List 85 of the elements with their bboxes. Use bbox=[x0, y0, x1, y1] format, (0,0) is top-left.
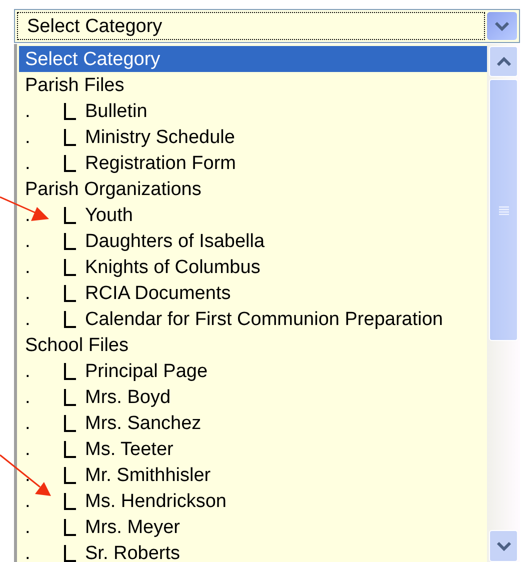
indent-dot: . bbox=[25, 232, 32, 250]
indent-dot: . bbox=[25, 362, 32, 380]
tree-branch-icon bbox=[64, 414, 76, 432]
list-option[interactable]: . Mrs. Sanchez bbox=[19, 410, 487, 436]
option-label: Knights of Columbus bbox=[85, 258, 260, 276]
option-label: Ms. Teeter bbox=[85, 440, 174, 458]
option-label: Select Category bbox=[25, 50, 160, 68]
chevron-up-icon bbox=[496, 56, 512, 66]
indent-dot: . bbox=[25, 388, 32, 406]
option-label: Mrs. Meyer bbox=[85, 518, 180, 536]
chevron-down-icon bbox=[494, 21, 510, 31]
tree-branch-icon bbox=[64, 102, 76, 120]
pointer-arrow bbox=[0, 453, 52, 498]
chevron-down-icon bbox=[496, 541, 512, 551]
indent-dot: . bbox=[25, 310, 32, 328]
tree-branch-icon bbox=[64, 440, 76, 458]
tree-branch-icon bbox=[64, 466, 76, 484]
pointer-arrow bbox=[0, 195, 50, 223]
tree-branch-icon bbox=[64, 518, 76, 536]
tree-branch-icon bbox=[64, 284, 76, 302]
indent-dot: . bbox=[25, 102, 32, 120]
indent-dot: . bbox=[25, 518, 32, 536]
list-option[interactable]: . Mrs. Boyd bbox=[19, 384, 487, 410]
list-option[interactable]: . Youth bbox=[19, 202, 487, 228]
indent-dot: . bbox=[25, 258, 32, 276]
tree-branch-icon bbox=[64, 388, 76, 406]
list-option[interactable]: . RCIA Documents bbox=[19, 280, 487, 306]
option-label: Mrs. Sanchez bbox=[85, 414, 202, 432]
list-option[interactable]: . Daughters of Isabella bbox=[19, 228, 487, 254]
tree-branch-icon bbox=[64, 310, 76, 328]
scroll-up-button[interactable] bbox=[489, 46, 518, 77]
tree-branch-icon bbox=[64, 154, 76, 172]
tree-branch-icon bbox=[64, 492, 76, 510]
option-label: Registration Form bbox=[85, 154, 236, 172]
tree-branch-icon bbox=[64, 128, 76, 146]
list-option[interactable]: Parish Files bbox=[19, 72, 487, 98]
option-label: Principal Page bbox=[85, 362, 208, 380]
option-label: Daughters of Isabella bbox=[85, 232, 265, 250]
option-label: Youth bbox=[85, 206, 133, 224]
option-label: Parish Files bbox=[25, 76, 124, 94]
option-label: Calendar for First Communion Preparation bbox=[85, 310, 443, 328]
indent-dot: . bbox=[25, 206, 32, 224]
option-label: School Files bbox=[25, 336, 128, 354]
list-option[interactable]: School Files bbox=[19, 332, 487, 358]
list-option[interactable]: . Bulletin bbox=[19, 98, 487, 124]
option-label: RCIA Documents bbox=[85, 284, 231, 302]
list-option[interactable]: Parish Organizations bbox=[19, 176, 487, 202]
select-value: Select Category bbox=[27, 16, 162, 36]
scroll-thumb[interactable] bbox=[489, 79, 518, 341]
tree-branch-icon bbox=[64, 544, 76, 562]
list-option[interactable]: Select Category bbox=[19, 46, 487, 72]
indent-dot: . bbox=[25, 440, 32, 458]
tree-branch-icon bbox=[64, 232, 76, 250]
indent-dot: . bbox=[25, 466, 32, 484]
list-option[interactable]: . Principal Page bbox=[19, 358, 487, 384]
option-label: Ms. Hendrickson bbox=[85, 492, 226, 510]
list-option[interactable]: . Ms. Teeter bbox=[19, 436, 487, 462]
list-option[interactable]: . Ms. Hendrickson bbox=[19, 488, 487, 514]
indent-dot: . bbox=[25, 492, 32, 510]
scrollbar[interactable] bbox=[487, 44, 520, 562]
option-label: Bulletin bbox=[85, 102, 148, 120]
list-option[interactable]: . Calendar for First Communion Preparation bbox=[19, 306, 487, 332]
tree-branch-icon bbox=[64, 362, 76, 380]
option-label: Mr. Smithhisler bbox=[85, 466, 211, 484]
indent-dot: . bbox=[25, 128, 32, 146]
option-label: Parish Organizations bbox=[25, 180, 202, 198]
indent-dot: . bbox=[25, 284, 32, 302]
list-option[interactable]: . Mrs. Meyer bbox=[19, 514, 487, 540]
option-label: Ministry Schedule bbox=[85, 128, 235, 146]
indent-dot: . bbox=[25, 154, 32, 172]
list-option[interactable]: . Mr. Smithhisler bbox=[19, 462, 487, 488]
grip-icon bbox=[498, 206, 508, 214]
scroll-down-button[interactable] bbox=[489, 530, 518, 562]
category-select[interactable]: Select Category bbox=[14, 9, 520, 43]
list-option[interactable]: . Knights of Columbus bbox=[19, 254, 487, 280]
indent-dot: . bbox=[25, 414, 32, 432]
list-option[interactable]: . Ministry Schedule bbox=[19, 124, 487, 150]
tree-branch-icon bbox=[64, 206, 76, 224]
option-label: Mrs. Boyd bbox=[85, 388, 171, 406]
list-option[interactable]: . Registration Form bbox=[19, 150, 487, 176]
option-label: Sr. Roberts bbox=[85, 544, 180, 562]
list-option[interactable]: . Sr. Roberts bbox=[19, 540, 487, 562]
tree-branch-icon bbox=[64, 258, 76, 276]
indent-dot: . bbox=[25, 544, 32, 562]
dropdown-button[interactable] bbox=[487, 12, 517, 40]
